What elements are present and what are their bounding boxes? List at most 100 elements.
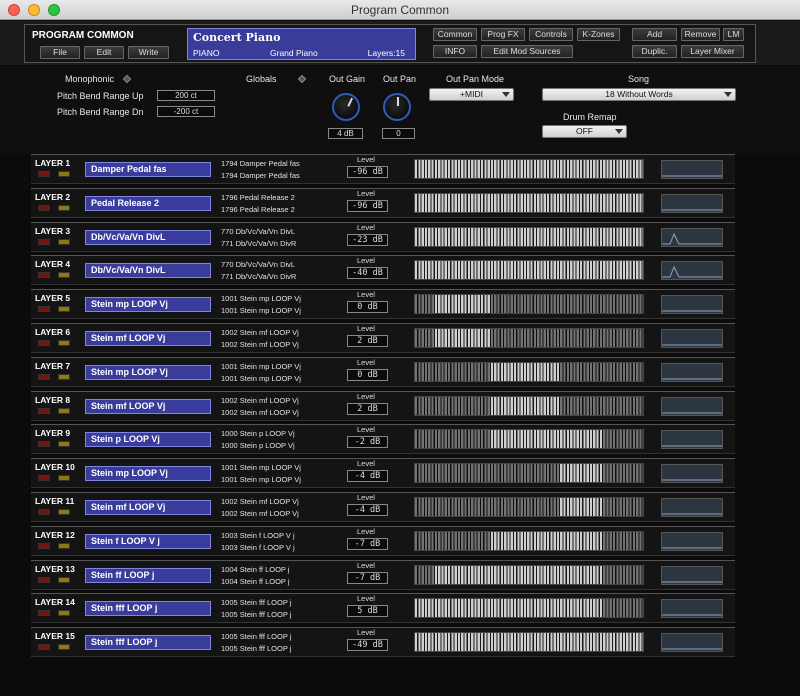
layer-solo-toggle[interactable]	[58, 373, 70, 380]
layer-level-field[interactable]: -96 dB	[347, 199, 388, 212]
layer-key-range-keyboard[interactable]	[414, 632, 644, 653]
drum-remap-select[interactable]: OFF	[542, 125, 627, 138]
tab-controls[interactable]: Controls	[529, 28, 573, 41]
layer-solo-toggle[interactable]	[58, 644, 70, 651]
layer-solo-toggle[interactable]	[58, 171, 70, 177]
layer-mute-toggle[interactable]	[38, 171, 50, 177]
layer-level-field[interactable]: -49 dB	[347, 639, 388, 652]
layer-key-range-keyboard[interactable]	[414, 429, 644, 450]
layer-row[interactable]: LAYER 3 Db/Vc/Va/Vn DivL 770 Db/Vc/Va/Vn…	[31, 221, 735, 252]
layer-solo-toggle[interactable]	[58, 407, 70, 414]
layer-mute-toggle[interactable]	[38, 373, 50, 380]
lm-button[interactable]: LM	[723, 28, 744, 41]
layer-solo-toggle[interactable]	[58, 238, 70, 245]
tab-common[interactable]: Common	[433, 28, 477, 41]
layer-name-field[interactable]: Db/Vc/Va/Vn DivL	[85, 263, 211, 279]
layer-solo-toggle[interactable]	[58, 306, 70, 313]
layer-solo-toggle[interactable]	[58, 542, 70, 549]
layer-level-field[interactable]: 0 dB	[347, 301, 388, 314]
layer-level-field[interactable]: 2 dB	[347, 334, 388, 347]
layer-name-field[interactable]: Stein mp LOOP Vj	[85, 466, 211, 482]
layer-mute-toggle[interactable]	[38, 441, 50, 448]
add-layer-button[interactable]: Add	[632, 28, 677, 41]
layer-row[interactable]: LAYER 9 Stein p LOOP Vj 1000 Stein p LOO…	[31, 424, 735, 455]
layer-name-field[interactable]: Damper Pedal fas	[85, 162, 211, 177]
layer-solo-toggle[interactable]	[58, 339, 70, 346]
layer-mute-toggle[interactable]	[38, 407, 50, 414]
layer-key-range-keyboard[interactable]	[414, 226, 644, 247]
layer-level-field[interactable]: 0 dB	[347, 368, 388, 381]
layer-level-field[interactable]: -7 dB	[347, 571, 388, 584]
layer-key-range-keyboard[interactable]	[414, 327, 644, 348]
layer-row[interactable]: LAYER 4 Db/Vc/Va/Vn DivL 770 Db/Vc/Va/Vn…	[31, 255, 735, 286]
layer-name-field[interactable]: Stein f LOOP V j	[85, 533, 211, 549]
layer-name-field[interactable]: Stein mp LOOP Vj	[85, 297, 211, 313]
layer-envelope-preview[interactable]	[661, 565, 723, 585]
layer-mute-toggle[interactable]	[38, 644, 50, 651]
tab-prog-fx[interactable]: Prog FX	[481, 28, 525, 41]
info-button[interactable]: INFO	[433, 45, 477, 58]
layer-key-range-keyboard[interactable]	[414, 496, 644, 517]
layer-envelope-preview[interactable]	[661, 599, 723, 619]
layer-key-range-keyboard[interactable]	[414, 192, 644, 213]
layer-level-field[interactable]: -4 dB	[347, 503, 388, 516]
layer-envelope-preview[interactable]	[661, 261, 723, 281]
layer-key-range-keyboard[interactable]	[414, 159, 644, 179]
pitch-bend-up-field[interactable]: 200 ct	[157, 90, 215, 101]
edit-button[interactable]: Edit	[84, 46, 124, 59]
layer-level-field[interactable]: -23 dB	[347, 233, 388, 246]
layer-envelope-preview[interactable]	[661, 160, 723, 179]
layer-name-field[interactable]: Stein ff LOOP j	[85, 567, 211, 583]
layer-name-field[interactable]: Pedal Release 2	[85, 195, 211, 211]
layer-envelope-preview[interactable]	[661, 227, 723, 247]
song-select[interactable]: 18 Without Words	[542, 88, 736, 101]
layer-name-field[interactable]: Stein fff LOOP j	[85, 635, 211, 651]
layer-name-field[interactable]: Db/Vc/Va/Vn DivL	[85, 229, 211, 245]
layer-mixer-button[interactable]: Layer Mixer	[681, 45, 744, 58]
layer-mute-toggle[interactable]	[38, 475, 50, 482]
layer-solo-toggle[interactable]	[58, 508, 70, 515]
out-gain-knob[interactable]	[332, 93, 360, 121]
layer-name-field[interactable]: Stein mf LOOP Vj	[85, 499, 211, 515]
layer-mute-toggle[interactable]	[38, 542, 50, 549]
layer-row[interactable]: LAYER 14 Stein fff LOOP j 1005 Stein fff…	[31, 593, 735, 624]
layer-solo-toggle[interactable]	[58, 204, 70, 211]
layer-row[interactable]: LAYER 10 Stein mp LOOP Vj 1001 Stein mp …	[31, 458, 735, 489]
layer-name-field[interactable]: Stein mf LOOP Vj	[85, 330, 211, 346]
layer-name-field[interactable]: Stein mf LOOP Vj	[85, 398, 211, 414]
layer-row[interactable]: LAYER 2 Pedal Release 2 1796 Pedal Relea…	[31, 187, 735, 218]
layer-name-field[interactable]: Stein p LOOP Vj	[85, 432, 211, 448]
layer-mute-toggle[interactable]	[38, 306, 50, 313]
layer-envelope-preview[interactable]	[661, 193, 723, 213]
layer-key-range-keyboard[interactable]	[414, 260, 644, 281]
layer-key-range-keyboard[interactable]	[414, 294, 644, 315]
write-button[interactable]: Write	[128, 46, 169, 59]
layer-mute-toggle[interactable]	[38, 238, 50, 245]
out-gain-field[interactable]: 4 dB	[328, 128, 363, 139]
layer-row[interactable]: LAYER 7 Stein mp LOOP Vj 1001 Stein mp L…	[31, 356, 735, 387]
layer-mute-toggle[interactable]	[38, 204, 50, 211]
layer-level-field[interactable]: -7 dB	[347, 537, 388, 550]
layer-name-field[interactable]: Stein fff LOOP j	[85, 601, 211, 617]
layer-envelope-preview[interactable]	[661, 295, 723, 315]
out-pan-knob[interactable]	[383, 93, 411, 121]
layer-envelope-preview[interactable]	[661, 633, 723, 653]
layer-key-range-keyboard[interactable]	[414, 564, 644, 585]
layer-level-field[interactable]: -40 dB	[347, 267, 388, 280]
layer-solo-toggle[interactable]	[58, 441, 70, 448]
layer-row[interactable]: LAYER 1 Damper Pedal fas 1794 Damper Ped…	[31, 154, 735, 184]
layer-level-field[interactable]: -2 dB	[347, 436, 388, 449]
tab-k-zones[interactable]: K-Zones	[577, 28, 620, 41]
layer-mute-toggle[interactable]	[38, 610, 50, 617]
layer-envelope-preview[interactable]	[661, 531, 723, 551]
edit-mod-sources-button[interactable]: Edit Mod Sources	[481, 45, 573, 58]
layer-key-range-keyboard[interactable]	[414, 598, 644, 619]
layer-key-range-keyboard[interactable]	[414, 361, 644, 382]
layer-name-field[interactable]: Stein mp LOOP Vj	[85, 364, 211, 380]
layer-solo-toggle[interactable]	[58, 610, 70, 617]
layer-envelope-preview[interactable]	[661, 396, 723, 416]
layer-mute-toggle[interactable]	[38, 272, 50, 279]
layer-solo-toggle[interactable]	[58, 475, 70, 482]
duplicate-layer-button[interactable]: Duplic.	[632, 45, 677, 58]
layer-row[interactable]: LAYER 5 Stein mp LOOP Vj 1001 Stein mp L…	[31, 289, 735, 320]
